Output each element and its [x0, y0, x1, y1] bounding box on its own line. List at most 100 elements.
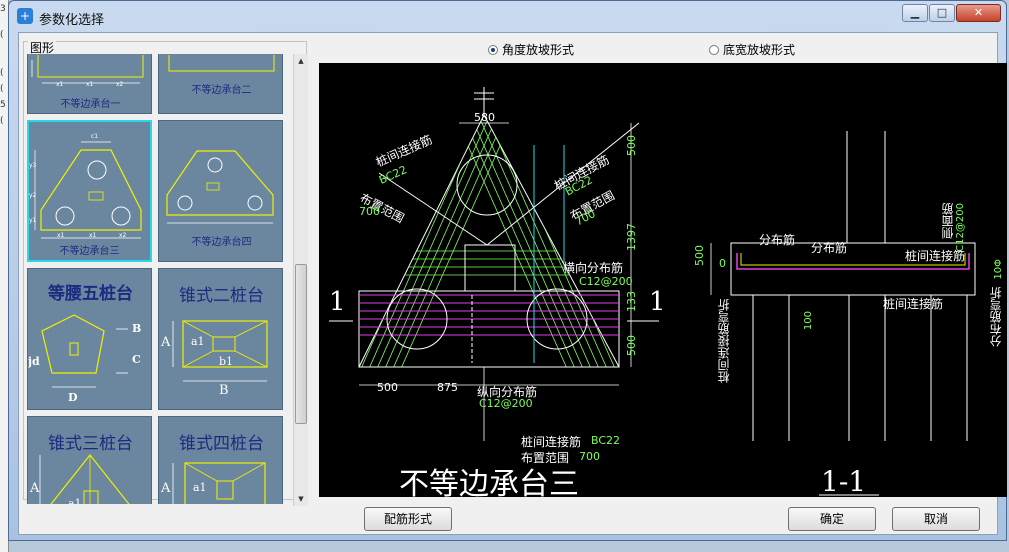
- background-char: 5: [0, 100, 6, 110]
- label-pile-link-bottom: 桩间连接筋: [521, 435, 582, 449]
- dim-right-low: 133: [625, 291, 638, 312]
- background-char: (: [0, 116, 4, 126]
- shape-thumb-4-label: 不等边承台四: [191, 237, 252, 248]
- ok-button[interactable]: 确定: [788, 507, 876, 531]
- dim-y1: y1: [29, 217, 37, 224]
- shape-thumb-8[interactable]: 锥式四桩台 A a1 b1: [158, 416, 283, 504]
- label-sec-left-bend: 桩间连接筋弯折: [717, 299, 731, 383]
- shape-thumb-3-label: 不等边承台三: [59, 246, 120, 257]
- dim-C: C: [132, 353, 141, 366]
- radio-unchecked-icon[interactable]: [709, 44, 719, 55]
- dim-left-zero: 0: [719, 257, 726, 270]
- dim-top-width: 580: [474, 111, 495, 124]
- shape-thumb-8-drawing: [172, 462, 266, 504]
- dim-A: A: [30, 481, 40, 496]
- minimize-button[interactable]: ▁: [902, 4, 928, 22]
- dialog-window: + 参数化选择 ▁ □ ✕ 图形 x1 x1 x2 不等边承台一 不等边承台二 …: [8, 0, 1007, 541]
- shape-thumb-1-label: 不等边承台一: [60, 99, 121, 110]
- dim-A: A: [161, 481, 171, 496]
- shape-thumb-5[interactable]: 等腰五桩台 B C D jd: [27, 268, 152, 410]
- radio-checked-icon[interactable]: [488, 44, 498, 55]
- scroll-up-arrow-icon[interactable]: ▲: [294, 54, 308, 68]
- drawing-canvas: 580 500 1397 133 500 500 875 1 1 桩间连接筋 B…: [319, 63, 1007, 502]
- label-sec-dist1: 分布筋: [759, 233, 796, 247]
- dim-B: B: [219, 383, 229, 398]
- dim-y2: y2: [29, 192, 37, 199]
- dim-a1: a1: [193, 481, 207, 494]
- dim-x1: x1: [57, 232, 65, 239]
- section-title: 1-1: [821, 465, 867, 498]
- label-sec-link-bottom: 桩间连接筋: [883, 297, 944, 311]
- shape-thumb-5-drawing: [41, 314, 128, 388]
- plus-app-icon: +: [17, 8, 33, 24]
- section-view: [710, 131, 976, 496]
- dim-bottom-left: 500: [377, 381, 398, 394]
- section-mark-right: 1: [649, 287, 666, 317]
- background-char: (: [0, 84, 4, 94]
- label-sec-right-bend: 分布筋弯折: [989, 287, 1003, 347]
- shape-thumb-2[interactable]: 不等边承台二: [158, 54, 283, 114]
- shape-thumb-3[interactable]: c1 y3 y2 y1 x1 x1 x2 不等边承台三: [27, 120, 152, 262]
- title-bar[interactable]: + 参数化选择 ▁ □ ✕: [9, 1, 1006, 31]
- dim-left-small: 100: [803, 311, 814, 331]
- maximize-button[interactable]: □: [929, 4, 955, 22]
- label-pile-link-bottom-val: BC22: [591, 434, 621, 447]
- label-range-left-val: 700: [359, 205, 380, 218]
- background-char: (: [0, 68, 4, 78]
- cap-drawing-svg: [329, 87, 976, 496]
- slope-mode-radio-group: 角度放坡形式 底宽放坡形式: [315, 35, 995, 60]
- shapes-group-label: 图形: [28, 41, 57, 55]
- close-button[interactable]: ✕: [956, 4, 1001, 22]
- dim-right-mid: 1397: [625, 223, 638, 251]
- shape-thumb-6[interactable]: 锥式二桩台 A a1 b1 B: [158, 268, 283, 410]
- dim-y3: y3: [29, 162, 37, 169]
- scroll-down-arrow-icon[interactable]: ▼: [294, 492, 308, 506]
- dim-b1: b1: [219, 355, 234, 368]
- dim-x2: x2: [119, 232, 127, 239]
- dim-c1: c1: [91, 133, 99, 140]
- radio-angle-slope[interactable]: 角度放坡形式: [488, 41, 574, 58]
- thumbnail-scrollbar[interactable]: ▲ ▼: [293, 54, 308, 506]
- label-range-bottom-val: 700: [579, 450, 600, 463]
- label-sec-link: 桩间连接筋: [905, 249, 966, 263]
- drawing-title: 不等边承台三: [399, 467, 579, 502]
- shape-thumb-1[interactable]: x1 x1 x2 不等边承台一: [27, 54, 152, 114]
- rebar-form-button[interactable]: 配筋形式: [364, 507, 452, 531]
- dim-b1: b1: [217, 503, 231, 504]
- dim-x1: x1: [89, 232, 97, 239]
- dim-jd: jd: [28, 355, 40, 368]
- shape-thumbnail-list: x1 x1 x2 不等边承台一 不等边承台二 c1 y3 y2 y1 x1 x1…: [27, 54, 289, 504]
- label-vert-dist-val: C12@200: [479, 397, 533, 410]
- dim-a1: a1: [191, 335, 205, 348]
- shape-thumb-3-drawing: [34, 141, 142, 239]
- dim-A: A: [161, 335, 171, 350]
- dialog-client: 图形 x1 x1 x2 不等边承台一 不等边承台二 c1 y3 y2 y1 x1…: [18, 32, 1007, 535]
- dim-x1: x1: [86, 81, 94, 88]
- radio-bottom-width-slope[interactable]: 底宽放坡形式: [709, 41, 795, 58]
- dim-a1: a1: [68, 497, 82, 504]
- shape-thumb-2-label: 不等边承台二: [191, 85, 252, 96]
- dim-B: B: [132, 322, 142, 335]
- dim-right-top: 500: [625, 135, 638, 156]
- dim-x2: x2: [116, 81, 124, 88]
- dim-right-bot: 500: [625, 335, 638, 356]
- dim-x1: x1: [56, 81, 64, 88]
- cancel-button[interactable]: 取消: [892, 507, 980, 531]
- dim-side-right: 10Φ: [993, 259, 1004, 280]
- dim-left-height: 500: [693, 245, 706, 266]
- dim-side-right2: C12@200: [955, 203, 966, 252]
- label-sec-side: 侧面筋: [941, 203, 955, 239]
- label-sec-dist2: 分布筋: [811, 241, 848, 255]
- shape-thumb-7-drawing: [39, 454, 130, 504]
- radio-bottom-width-slope-label: 底宽放坡形式: [723, 43, 796, 57]
- window-title: 参数化选择: [39, 13, 105, 28]
- scrollbar-thumb[interactable]: [295, 264, 307, 424]
- label-horiz-dist-val: C12@200: [579, 275, 633, 288]
- background-char: 3: [0, 4, 6, 14]
- dim-D: D: [68, 391, 78, 404]
- shapes-group: 图形 x1 x1 x2 不等边承台一 不等边承台二 c1 y3 y2 y1 x1…: [23, 41, 308, 506]
- radio-angle-slope-label: 角度放坡形式: [502, 43, 575, 57]
- shape-thumb-7[interactable]: 锥式三桩台 A a1: [27, 416, 152, 504]
- dim-bottom-mid: 875: [437, 381, 458, 394]
- shape-thumb-4[interactable]: 不等边承台四: [158, 120, 283, 262]
